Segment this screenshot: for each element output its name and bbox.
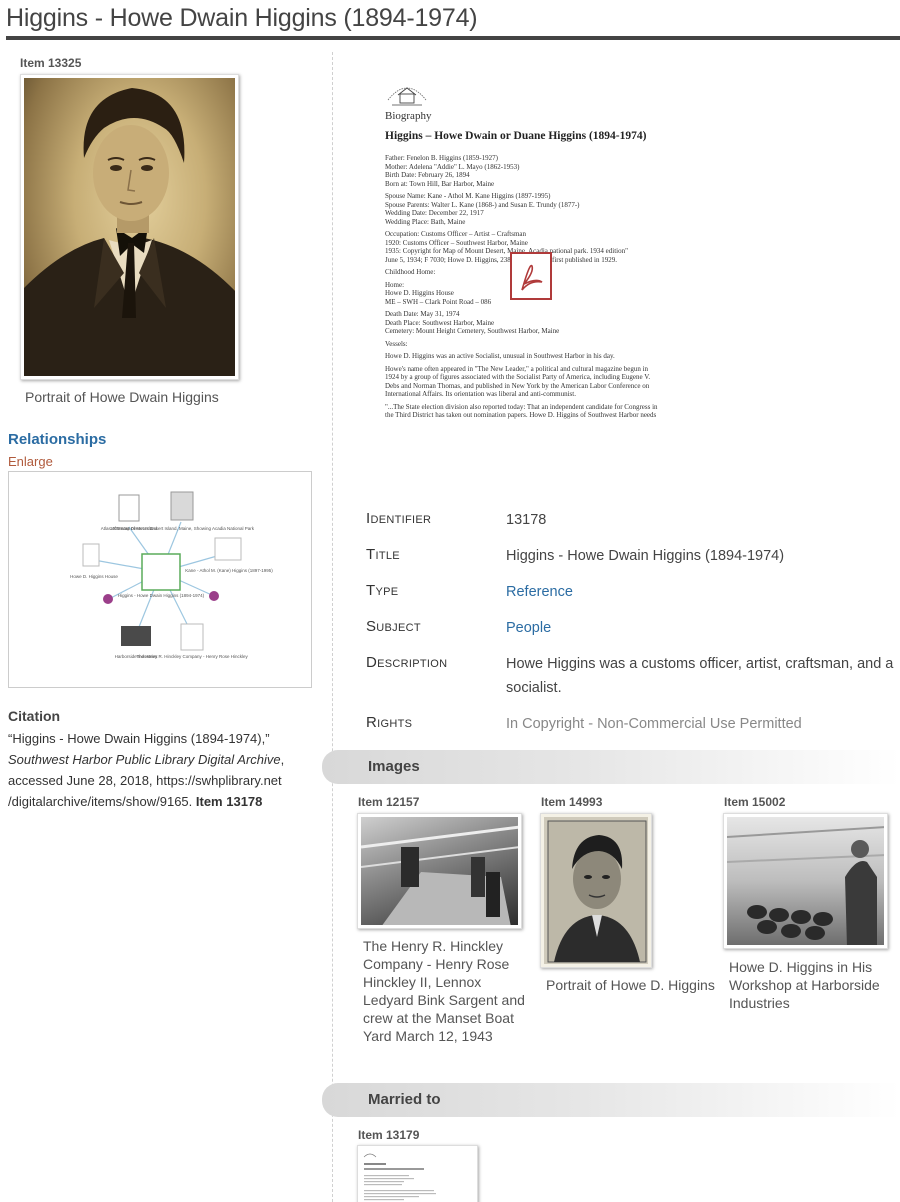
description-row: Description Howe Higgins was a customs o… xyxy=(366,652,896,700)
images-heading: Images xyxy=(368,758,420,775)
description-label: Description xyxy=(366,654,448,671)
document-line: Debs and Norman Thomas, and published in… xyxy=(385,381,650,390)
graph-node-label: Higgins - Howe Dwain Higgins (1894-1974) xyxy=(118,593,205,598)
title-row: Title Higgins - Howe Dwain Higgins (1894… xyxy=(366,544,896,568)
graph-node-doc-icon xyxy=(214,537,242,561)
document-line: Occupation: Customs Officer – Artist – C… xyxy=(385,230,527,238)
subject-label: Subject xyxy=(366,618,421,635)
type-row: Type Reference xyxy=(366,580,896,604)
library-logo-icon xyxy=(387,87,427,106)
images-section-header: Images xyxy=(322,750,900,784)
identifier-value: 13178 xyxy=(506,512,547,528)
document-line: "...The State election division also rep… xyxy=(385,402,658,411)
image-caption: The Henry R. Hinckley Company - Henry Ro… xyxy=(363,938,525,1044)
description-value: Howe Higgins was a customs officer, arti… xyxy=(506,656,894,696)
rights-row: Rights In Copyright - Non-Commercial Use… xyxy=(366,712,896,736)
document-title: Higgins – Howe Dwain or Duane Higgins (1… xyxy=(385,130,647,142)
main-item-number: Item 13325 xyxy=(20,56,82,70)
identifier-label: Identifier xyxy=(366,510,432,527)
graph-node-label: 1935 Map of Mount Desert Island, Maine, … xyxy=(110,526,255,531)
married-item-number: Item 13179 xyxy=(358,1128,420,1142)
graph-node-map-thumb xyxy=(170,491,194,521)
document-line: 1924 by a group of figures associated wi… xyxy=(385,373,651,381)
document-heading: Biography xyxy=(385,110,432,122)
document-line: 1920: Customs Officer – Southwest Harbor… xyxy=(385,238,528,247)
portrait-image xyxy=(24,78,235,376)
citation-text: “Higgins - Howe Dwain Higgins (1894-1974… xyxy=(8,728,328,812)
image-thumbnail-portrait[interactable] xyxy=(540,813,652,968)
document-line: Wedding Date: December 22, 1917 xyxy=(385,209,484,217)
document-line: the Third District has taken out nominat… xyxy=(385,411,657,419)
type-link[interactable]: Reference xyxy=(506,580,896,604)
graph-node-label: The Henry R. Hinckley Company - Henry Ro… xyxy=(136,654,248,659)
workshop-photo xyxy=(727,817,884,945)
married-document-thumbnail[interactable] xyxy=(357,1145,478,1202)
graph-collapsed-node-icon xyxy=(209,591,219,601)
main-portrait-caption: Portrait of Howe Dwain Higgins xyxy=(25,389,219,405)
rights-link[interactable]: In Copyright - Non-Commercial Use Permit… xyxy=(506,712,896,736)
married-section-header: Married to xyxy=(322,1083,900,1117)
graph-node-photo-thumb xyxy=(121,626,151,646)
image-thumbnail-boatyard[interactable] xyxy=(357,813,522,929)
subject-link[interactable]: People xyxy=(506,616,896,640)
document-line: Cemetery: Mount Height Cemetery, Southwe… xyxy=(385,327,560,335)
citation-item: Item 13178 xyxy=(195,794,263,809)
graph-node-label: Kane - Athol M. (Kane) Higgins (1897-199… xyxy=(185,568,273,573)
married-heading: Married to xyxy=(368,1091,441,1108)
document-preview[interactable]: Biography Higgins – Howe Dwain or Duane … xyxy=(370,72,700,452)
relationship-graph-svg: Atlas of Mount Desert Island 1935 Map of… xyxy=(70,491,273,659)
document-line: Spouse Parents: Walter L. Kane (1868-) a… xyxy=(385,200,580,209)
title-rule xyxy=(6,36,900,40)
document-line: Mother: Adelena "Addie" L. Mayo (1862-19… xyxy=(385,162,520,171)
type-label: Type xyxy=(366,582,399,599)
subject-row: Subject People xyxy=(366,616,896,640)
document-line: Birth Date: February 26, 1894 xyxy=(385,171,470,179)
document-line: Howe D. Higgins was an active Socialist,… xyxy=(385,352,615,360)
relationships-heading: Relationships xyxy=(8,431,107,448)
graph-collapsed-node-icon xyxy=(103,594,113,604)
citation-archive: Southwest Harbor Public Library Digital … xyxy=(8,752,281,767)
enlarge-link[interactable]: Enlarge xyxy=(8,454,53,469)
married-document-preview xyxy=(361,1149,476,1202)
title-value: Higgins - Howe Dwain Higgins (1894-1974) xyxy=(506,548,785,564)
document-line: Vessels: xyxy=(385,339,408,348)
image-caption: Portrait of Howe D. Higgins xyxy=(546,977,715,993)
graph-node-doc-icon xyxy=(118,494,140,522)
document-line: Howe's name often appeared in "The New L… xyxy=(385,364,649,373)
graph-center-node xyxy=(141,553,181,591)
image-thumbnail-workshop[interactable] xyxy=(723,813,888,949)
graph-node-doc-icon xyxy=(82,543,100,567)
metadata-table: Identifier 13178 Title Higgins - Howe Dw… xyxy=(366,508,896,748)
document-line: Father: Fenelon B. Higgins (1859-1927) xyxy=(385,154,498,162)
rights-label: Rights xyxy=(366,714,413,731)
graph-node-label: Howe D. Higgins House xyxy=(70,574,118,579)
main-portrait-thumbnail[interactable] xyxy=(20,74,239,380)
image-item-number: Item 14993 xyxy=(541,795,603,809)
image-item-number: Item 15002 xyxy=(724,795,786,809)
document-line: Spouse Name: Kane - Athol M. Kane Higgin… xyxy=(385,192,551,200)
image-caption: Howe D. Higgins in His Workshop at Harbo… xyxy=(729,959,880,1011)
title-label: Title xyxy=(366,546,400,563)
identifier-row: Identifier 13178 xyxy=(366,508,896,532)
document-line: Wedding Place: Bath, Maine xyxy=(385,217,466,226)
column-divider xyxy=(332,52,333,1202)
citation-heading: Citation xyxy=(8,708,61,724)
page-title: Higgins - Howe Dwain Higgins (1894-1974) xyxy=(6,4,478,32)
graph-node-doc-icon xyxy=(180,623,204,651)
document-line: Death Date: May 31, 1974 xyxy=(385,310,460,318)
boatyard-photo xyxy=(361,817,518,925)
document-line: International Affairs. Its orientation w… xyxy=(385,390,576,398)
document-line: Born at: Town Hill, Bar Harbor, Maine xyxy=(385,179,495,188)
image-item-number: Item 12157 xyxy=(358,795,420,809)
relationship-graph[interactable]: Atlas of Mount Desert Island 1935 Map of… xyxy=(8,471,312,688)
pdf-icon[interactable] xyxy=(510,252,552,300)
citation-title: “Higgins - Howe Dwain Higgins (1894-1974… xyxy=(8,731,270,746)
newspaper-portrait-photo xyxy=(544,817,648,964)
document-line: Death Place: Southwest Harbor, Maine xyxy=(385,318,495,327)
